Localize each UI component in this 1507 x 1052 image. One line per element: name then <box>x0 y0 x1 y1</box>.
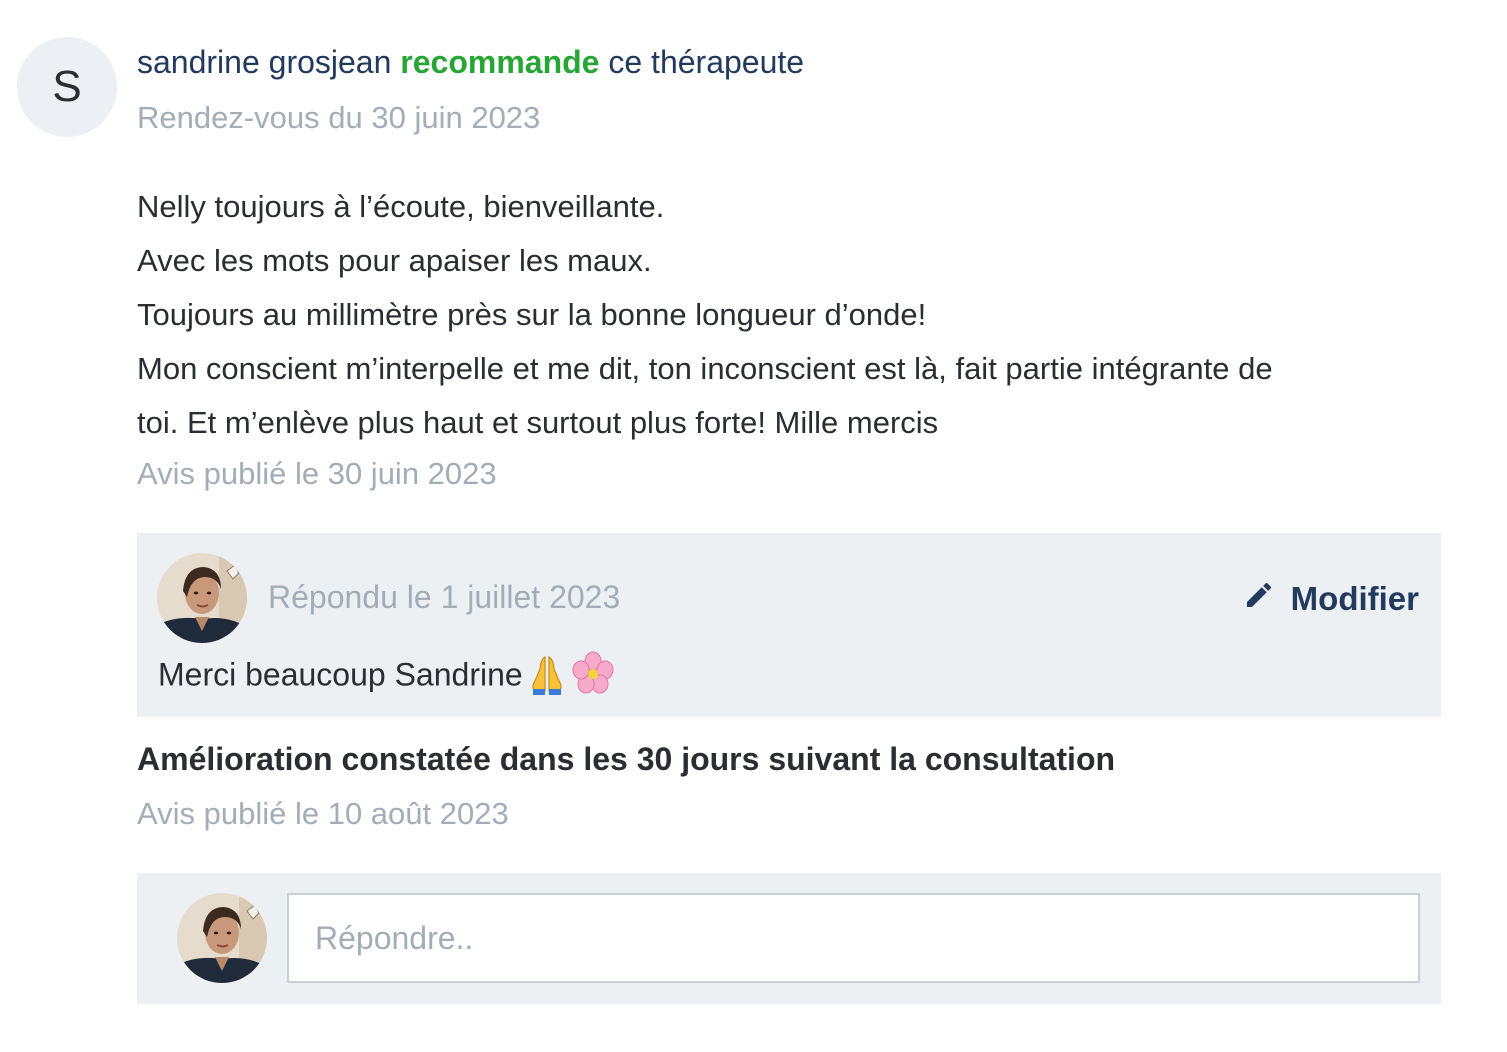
review-line: Avec les mots pour apaiser les maux. <box>137 243 652 278</box>
review-line: Toujours au millimètre près sur la bonne… <box>137 297 927 332</box>
recommend-label: recommande <box>400 44 600 80</box>
reviewer-avatar: S <box>17 37 117 137</box>
review-body: Nelly toujours à l’écoute, bienveillante… <box>137 180 1427 450</box>
reply-text: Merci beaucoup Sandrine <box>158 656 523 693</box>
review-line: Mon conscient m’interpelle et me dit, to… <box>137 351 1273 386</box>
recommend-suffix: ce thérapeute <box>608 44 805 80</box>
therapist-avatar <box>177 893 267 983</box>
reply-input[interactable] <box>287 893 1420 983</box>
pencil-icon <box>1243 579 1275 619</box>
reply-date: Répondu le 1 juillet 2023 <box>268 579 621 615</box>
reply-message: Merci beaucoup Sandrine <box>158 651 615 703</box>
praying-hands-emoji <box>525 651 569 703</box>
followup-published-date: Avis publié le 10 août 2023 <box>137 796 509 831</box>
reviewer-name: sandrine grosjean <box>137 44 392 80</box>
review-header: sandrine grosjean recommande ce thérapeu… <box>137 44 804 81</box>
improvement-title: Amélioration constatée dans les 30 jours… <box>137 741 1116 777</box>
cherry-blossom-emoji <box>571 651 615 703</box>
modify-button[interactable]: Modifier <box>1243 579 1419 619</box>
therapist-reply: Répondu le 1 juillet 2023 Modifier Merci… <box>137 533 1441 717</box>
review-published-date: Avis publié le 30 juin 2023 <box>137 456 497 491</box>
review-line: Nelly toujours à l’écoute, bienveillante… <box>137 189 665 224</box>
review-line: toi. Et m’enlève plus haut et surtout pl… <box>137 405 939 440</box>
appointment-date: Rendez-vous du 30 juin 2023 <box>137 100 541 135</box>
avatar-initial: S <box>52 62 82 111</box>
therapist-avatar <box>157 553 247 643</box>
reply-composer <box>137 873 1441 1004</box>
modify-label: Modifier <box>1290 580 1419 617</box>
